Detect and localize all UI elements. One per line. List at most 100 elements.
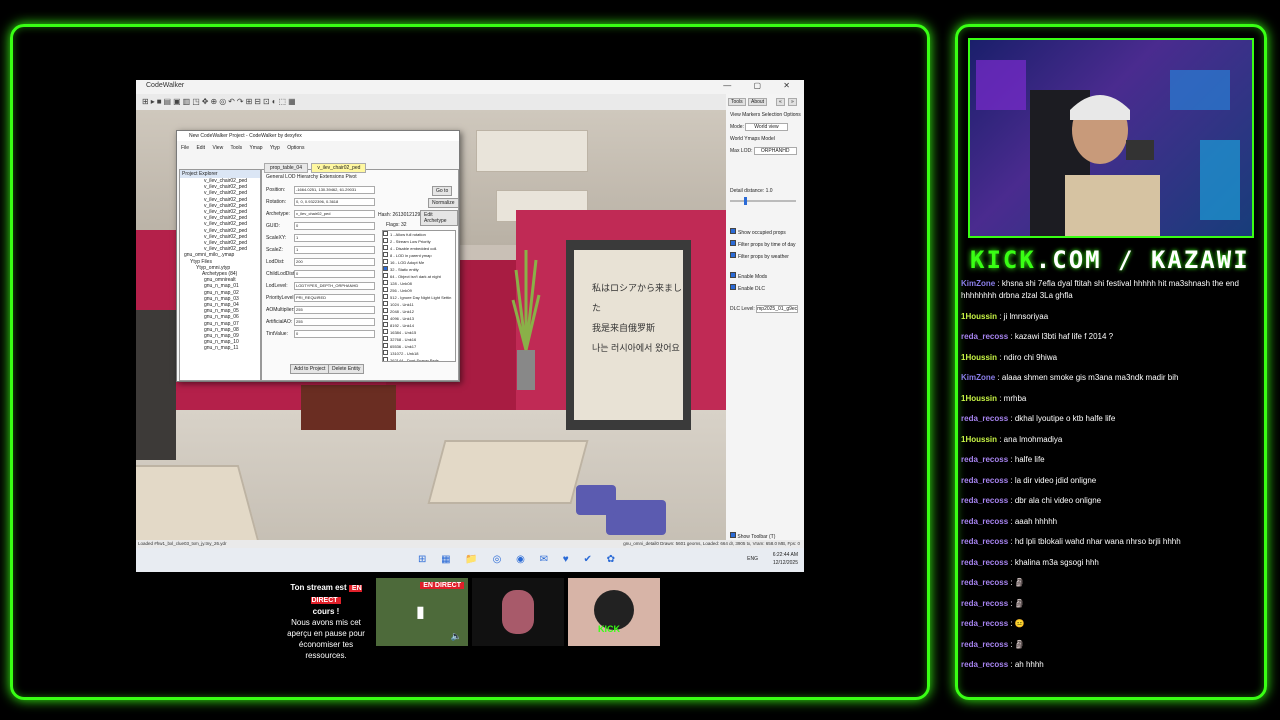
checkbox-icon[interactable] (730, 532, 736, 538)
chat-username[interactable]: reda_recoss (961, 578, 1008, 587)
flag-option[interactable]: 1024 - Unk11 (383, 301, 455, 308)
taskbar-language[interactable]: ENG (747, 556, 758, 562)
flag-option[interactable]: 16 - LOD Adopt Me (383, 259, 455, 266)
checkbox-icon[interactable] (383, 238, 388, 243)
chat-username[interactable]: reda_recoss (961, 476, 1008, 485)
taskbar-clock[interactable]: 6:22:44 AM 12/12/2025 (773, 551, 798, 567)
flag-option[interactable]: 256 - Unk09 (383, 287, 455, 294)
maxlod-select[interactable]: ORPHANHD (753, 147, 797, 155)
side-checkbox-row[interactable]: Show occupied props (730, 228, 786, 236)
dlc-select[interactable]: mp2025_01_g9ec (756, 305, 799, 313)
property-subtabs[interactable]: General LOD Hierarchy Extensions Pivot (266, 174, 357, 180)
flag-option[interactable]: 128 - Unk08 (383, 280, 455, 287)
chat-username[interactable]: 1Houssin (961, 394, 997, 403)
normalize-button[interactable]: Normalize (428, 198, 459, 208)
checkbox-icon[interactable] (383, 266, 388, 271)
flag-option[interactable]: 32 - Static entity (383, 266, 455, 273)
checkbox-icon[interactable] (383, 336, 388, 341)
side-checkbox-row[interactable]: Enable Mods (730, 272, 767, 280)
flag-option[interactable]: 131072 - Unk18 (383, 350, 455, 357)
chat-username[interactable]: reda_recoss (961, 558, 1008, 567)
volume-icon[interactable]: 🔈 (451, 631, 462, 642)
checkbox-icon[interactable] (383, 294, 388, 299)
checkbox-icon[interactable] (383, 287, 388, 292)
field-input[interactable]: 1 (294, 246, 375, 254)
flag-option[interactable]: 2048 - Unk12 (383, 308, 455, 315)
expand-button[interactable]: » (788, 98, 797, 106)
flag-option[interactable]: 262144 - Dont Spawn Peds (383, 357, 455, 361)
flags-value[interactable]: 32 (401, 222, 407, 228)
flag-option[interactable]: 512 - Ignore Day Night Light Settin (383, 294, 455, 301)
field-input[interactable]: 1 (294, 234, 375, 242)
field-input[interactable]: 200 (294, 258, 375, 266)
edit-archetype-button[interactable]: Edit Archetype (420, 210, 458, 226)
field-input[interactable]: 255 (294, 318, 375, 326)
toolbar-icons[interactable]: ⊞▸■▤▣▥◳✥⊕◎↶↷⊞⊟⊡◐⬚▦ (142, 97, 298, 106)
stream-preview-thumbnail[interactable]: EN DIRECT ▮ 🔈 (376, 578, 468, 646)
chat-username[interactable]: reda_recoss (961, 660, 1008, 669)
field-input[interactable]: PRI_REQUIRED (294, 294, 375, 302)
flag-option[interactable]: 1 - Allow full rotation (383, 231, 455, 238)
chat-username[interactable]: reda_recoss (961, 640, 1008, 649)
checkbox-icon[interactable] (383, 301, 388, 306)
field-input[interactable]: 0 (294, 270, 375, 278)
pause-icon[interactable]: ▮ (416, 602, 425, 622)
field-input[interactable]: 0 (294, 222, 375, 230)
checkbox-icon[interactable] (383, 350, 388, 355)
mode-select[interactable]: World view (745, 123, 788, 131)
flag-option[interactable]: 16384 - Unk15 (383, 329, 455, 336)
chat-username[interactable]: reda_recoss (961, 332, 1008, 341)
stream-thumbnail[interactable] (472, 578, 564, 646)
flag-option[interactable]: 4096 - Unk13 (383, 315, 455, 322)
delete-entity-button[interactable]: Delete Entity (328, 364, 365, 374)
flag-option[interactable]: 32768 - Unk16 (383, 336, 455, 343)
chat-username[interactable]: reda_recoss (961, 414, 1008, 423)
chat-username[interactable]: reda_recoss (961, 455, 1008, 464)
tools-button[interactable]: Tools (728, 98, 746, 106)
add-to-project-button[interactable]: Add to Project (290, 364, 330, 374)
checkbox-icon[interactable] (383, 308, 388, 313)
checkbox-icon[interactable] (383, 245, 388, 250)
checkbox-icon[interactable] (383, 315, 388, 320)
field-input[interactable]: LODTYPES_DEPTH_ORPHANHD (294, 282, 375, 290)
chat-username[interactable]: reda_recoss (961, 619, 1008, 628)
checkbox-icon[interactable] (383, 252, 388, 257)
flags-list[interactable]: 1 - Allow full rotation 2 - Stream Low Pr… (382, 230, 456, 362)
flag-option[interactable]: 2 - Stream Low Priority (383, 238, 455, 245)
field-input[interactable]: 0, 0, 0.9322396, 0.3618 (294, 198, 375, 206)
checkbox-icon[interactable] (383, 322, 388, 327)
checkbox-icon[interactable] (383, 329, 388, 334)
window-controls[interactable]: — ▢ ✕ (723, 81, 800, 90)
field-input[interactable]: v_ilev_chair02_ped (294, 210, 375, 218)
flag-option[interactable]: 64 - Object isn't dark at night (383, 273, 455, 280)
flag-option[interactable]: 4 - Disable embedded coll. (383, 245, 455, 252)
detail-slider[interactable] (730, 197, 796, 205)
chat-username[interactable]: 1Houssin (961, 435, 997, 444)
about-button[interactable]: About (748, 98, 768, 106)
flag-option[interactable]: 8192 - Unk14 (383, 322, 455, 329)
checkbox-icon[interactable] (383, 231, 388, 236)
chat-username[interactable]: KimZone (961, 373, 995, 382)
goto-button[interactable]: Go to (432, 186, 453, 196)
checkbox-icon[interactable] (383, 343, 388, 348)
tab-prop-table[interactable]: prop_table_04 (264, 163, 308, 173)
taskbar-icons[interactable]: ⊞ ▦ 📁 ◎ ◉ ✉ ♥ ✔ ✿ (418, 554, 621, 565)
checkbox-icon[interactable] (730, 252, 736, 258)
chat-username[interactable]: reda_recoss (961, 517, 1008, 526)
checkbox-icon[interactable] (730, 284, 736, 290)
chat-username[interactable]: 1Houssin (961, 312, 997, 321)
show-toolbar-row[interactable]: Show Toolbar (T) (730, 532, 775, 540)
flag-option[interactable]: 65536 - Unk17 (383, 343, 455, 350)
stream-thumbnail[interactable]: KICK (568, 578, 660, 646)
field-input[interactable]: 0 (294, 330, 375, 338)
chat-username[interactable]: reda_recoss (961, 537, 1008, 546)
checkbox-icon[interactable] (730, 272, 736, 278)
tab-chair[interactable]: v_ilev_chair02_ped (311, 163, 367, 173)
checkbox-icon[interactable] (383, 357, 388, 361)
checkbox-icon[interactable] (730, 228, 736, 234)
checkbox-icon[interactable] (730, 240, 736, 246)
checkbox-icon[interactable] (383, 273, 388, 278)
collapse-button[interactable]: « (776, 98, 785, 106)
checkbox-icon[interactable] (383, 280, 388, 285)
field-input[interactable]: -1664.0251, 130.39462, 61.29031 (294, 186, 375, 194)
